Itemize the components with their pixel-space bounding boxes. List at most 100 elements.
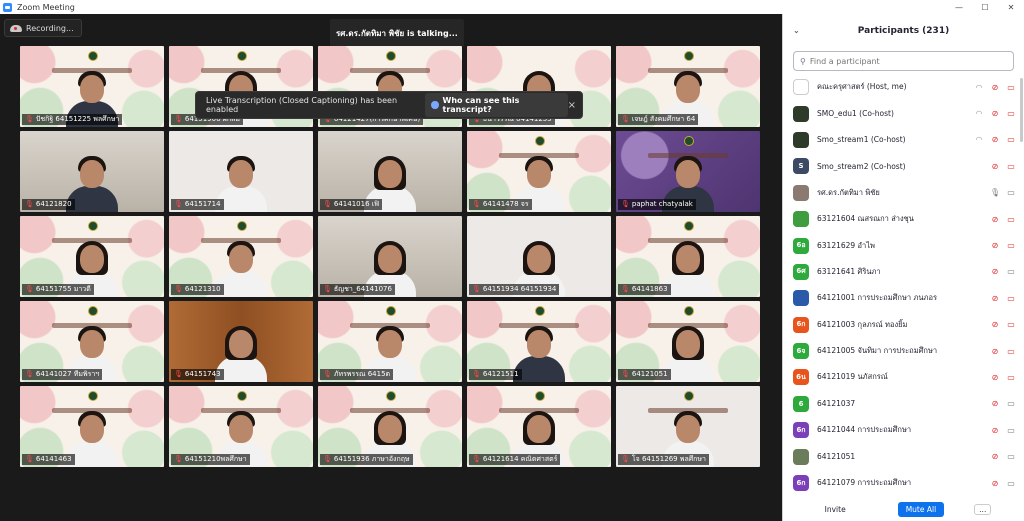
video-camera-icon[interactable]: ▭ [1006, 241, 1016, 250]
mic-muted-icon[interactable]: ⊘ [990, 320, 1000, 329]
participant-row[interactable]: 6ก 64121044 การประถมศึกษา ⊘ ▭ [783, 417, 1024, 443]
participant-list-scrollbar[interactable] [1020, 78, 1023, 142]
mic-muted-icon[interactable]: ⊘ [990, 215, 1000, 224]
video-camera-icon[interactable]: ▭ [1006, 188, 1016, 197]
video-tile[interactable]: 🎙 64151743 [169, 301, 313, 382]
minimize-icon[interactable]: — [946, 0, 972, 14]
participant-row[interactable]: 63121604 ณสรณกา ส่างชุน ⊘ ▭ [783, 206, 1024, 232]
more-options-button[interactable]: ... [974, 503, 992, 515]
close-notice-icon[interactable]: × [568, 100, 576, 111]
video-tile[interactable]: 🎙 64141027 ทีมพิราฯ [20, 301, 164, 382]
maximize-icon[interactable]: ☐ [972, 0, 998, 14]
mic-muted-icon[interactable]: ⊘ [990, 399, 1000, 408]
participant-search[interactable]: ⚲ [793, 51, 1014, 71]
participant-row[interactable]: S Smo_stream2 (Co-host) ⊘ ▭ [783, 153, 1024, 179]
video-camera-icon[interactable]: ▭ [1006, 83, 1016, 92]
mic-muted-icon[interactable]: ⊘ [990, 162, 1000, 171]
video-tile[interactable]: 🎙 ปัชกิฐิ 64151225 พลศึกษา [20, 46, 164, 127]
video-tile[interactable]: 🎙 ภัทรพรรณ 6415ต [318, 301, 462, 382]
mic-muted-icon[interactable]: ⊘ [990, 479, 1000, 488]
video-camera-icon[interactable]: ▭ [1006, 347, 1016, 356]
video-tile[interactable]: 🎙 64151755 มาวดี [20, 216, 164, 297]
video-camera-icon[interactable]: ▭ [1006, 109, 1016, 118]
participant-row[interactable]: 6ศ 63121641 ศิรินภา ⊘ ▭ [783, 259, 1024, 285]
recording-indicator[interactable]: Recording... [4, 19, 82, 37]
participant-row[interactable]: 6อ 63121629 อำไพ ⊘ ▭ [783, 232, 1024, 258]
video-camera-icon[interactable]: ▭ [1006, 479, 1016, 488]
tile-name-label: 🎙 paphat chatyalak [618, 199, 696, 210]
video-tile[interactable]: 🎙 64141863 [616, 216, 760, 297]
close-window-icon[interactable]: ✕ [998, 0, 1024, 14]
participant-row[interactable]: 6ก 64121003 กุลภรณ์ ทองยิ้ม ⊘ ▭ [783, 312, 1024, 338]
participant-controls: ⊘ ▭ [990, 294, 1016, 303]
mic-muted-icon[interactable]: ⊘ [990, 347, 1000, 356]
mic-muted-icon[interactable]: ⊘ [990, 109, 1000, 118]
who-can-see-label: Who can see this transcript? [442, 96, 520, 114]
video-tile[interactable]: 🎙 64141478 จร [467, 131, 611, 212]
video-tile[interactable]: 🎙 64121051 [616, 301, 760, 382]
mute-all-button[interactable]: Mute All [897, 501, 945, 517]
video-camera-icon[interactable]: ▭ [1006, 294, 1016, 303]
muted-mic-icon: 🎙 [323, 455, 332, 463]
participant-row[interactable]: 6ก 64121079 การประถมศึกษา ⊘ ▭ [783, 470, 1024, 496]
video-camera-icon[interactable]: ▭ [1006, 452, 1016, 461]
participant-controls: ⊘ ▭ [990, 267, 1016, 276]
video-camera-icon[interactable]: ▭ [1006, 399, 1016, 408]
participant-row[interactable]: Smo_stream1 (Co-host) ◠ ⊘ ▭ [783, 127, 1024, 153]
zoom-window: Zoom Meeting — ☐ ✕ Recording... รศ.ดร.กั… [0, 0, 1024, 521]
tile-name: 64121614 คณิตศาสตร์ [482, 455, 558, 463]
video-tile[interactable]: 🎙 64121614 คณิตศาสตร์ [467, 386, 611, 467]
mic-muted-icon[interactable]: ⊘ [990, 83, 1000, 92]
participant-row[interactable]: 64121051 ⊘ ▭ [783, 443, 1024, 469]
tile-name-label: 🎙 ปัชกิฐิ 64151225 พลศึกษา [22, 114, 123, 125]
participant-row[interactable]: รศ.ดร.กัตทิมา พิชัย 🎙 ▭ [783, 180, 1024, 206]
seal-logo [236, 50, 247, 61]
mic-muted-icon[interactable]: ⊘ [990, 267, 1000, 276]
invite-button[interactable]: Invite [817, 502, 854, 517]
participant-name: รศ.ดร.กัตทิมา พิชัย [817, 187, 880, 197]
video-tile[interactable]: 🎙 64121310 [169, 216, 313, 297]
participant-row[interactable]: SMO_edu1 (Co-host) ◠ ⊘ ▭ [783, 100, 1024, 126]
mic-muted-icon[interactable]: ⊘ [990, 452, 1000, 461]
mic-muted-icon[interactable]: ⊘ [990, 135, 1000, 144]
muted-mic-icon: 🎙 [472, 370, 481, 378]
collapse-chevron-icon[interactable]: ⌄ [793, 26, 800, 35]
video-tile[interactable]: 🎙 เจษฎ์ สังคมศึกษา 64 [616, 46, 760, 127]
tile-name: เจษฎ์ สังคมศึกษา 64 [631, 115, 696, 123]
participant-controls: ⊘ ▭ [990, 426, 1016, 435]
participant-controls: ⊘ ▭ [990, 241, 1016, 250]
video-tile[interactable]: 🎙 64121820 [20, 131, 164, 212]
video-camera-icon[interactable]: ▭ [1006, 162, 1016, 171]
mic-muted-icon[interactable]: ⊘ [990, 294, 1000, 303]
video-tile[interactable]: 🎙 64121511 [467, 301, 611, 382]
video-tile[interactable]: 🎙 64151936 ภาษาอังกฤษ [318, 386, 462, 467]
participant-row[interactable]: 6จ 64121005 จันทิมา การประถมศึกษา ⊘ ▭ [783, 338, 1024, 364]
participant-row[interactable]: 6 64121037 ⊘ ▭ [783, 391, 1024, 417]
video-camera-icon[interactable]: ▭ [1006, 267, 1016, 276]
participant-row[interactable]: 64121001 การประถมศึกษา ภนภอร ⊘ ▭ [783, 285, 1024, 311]
video-camera-icon[interactable]: ▭ [1006, 373, 1016, 382]
video-tile[interactable]: 🎙 64141463 [20, 386, 164, 467]
video-tile[interactable]: 🎙 64151934 64151934 [467, 216, 611, 297]
video-camera-icon[interactable]: ▭ [1006, 426, 1016, 435]
video-camera-icon[interactable]: ▭ [1006, 135, 1016, 144]
tile-name: 64121820 [35, 200, 72, 208]
mic-on-icon[interactable]: 🎙 [990, 188, 1000, 197]
video-camera-icon[interactable]: ▭ [1006, 215, 1016, 224]
participant-row[interactable]: 6น 64121019 นภัสกรณ์ ⊘ ▭ [783, 364, 1024, 390]
mic-muted-icon[interactable]: ⊘ [990, 426, 1000, 435]
mic-muted-icon[interactable]: ⊘ [990, 241, 1000, 250]
video-tile[interactable]: 🎙 64151210พลศึกษา [169, 386, 313, 467]
who-can-see-transcript-button[interactable]: Who can see this transcript? [425, 93, 568, 117]
participant-controls: ⊘ ▭ [990, 215, 1016, 224]
video-tile[interactable]: 🎙 64141016 เฟิ [318, 131, 462, 212]
video-tile[interactable]: 🎙 paphat chatyalak [616, 131, 760, 212]
video-tile[interactable]: 🎙 64151714 [169, 131, 313, 212]
participant-row[interactable]: คณะครุศาสตร์ (Host, me) ◠ ⊘ ▭ [783, 74, 1024, 100]
video-camera-icon[interactable]: ▭ [1006, 320, 1016, 329]
participant-search-input[interactable] [809, 56, 990, 66]
video-tile[interactable]: 🎙 ธัญชา_64141076 [318, 216, 462, 297]
mic-muted-icon[interactable]: ⊘ [990, 373, 1000, 382]
video-tile[interactable]: 🎙 โจ 64151269 พลศึกษา [616, 386, 760, 467]
tile-name-label: 🎙 ภัทรพรรณ 6415ต [320, 369, 394, 380]
